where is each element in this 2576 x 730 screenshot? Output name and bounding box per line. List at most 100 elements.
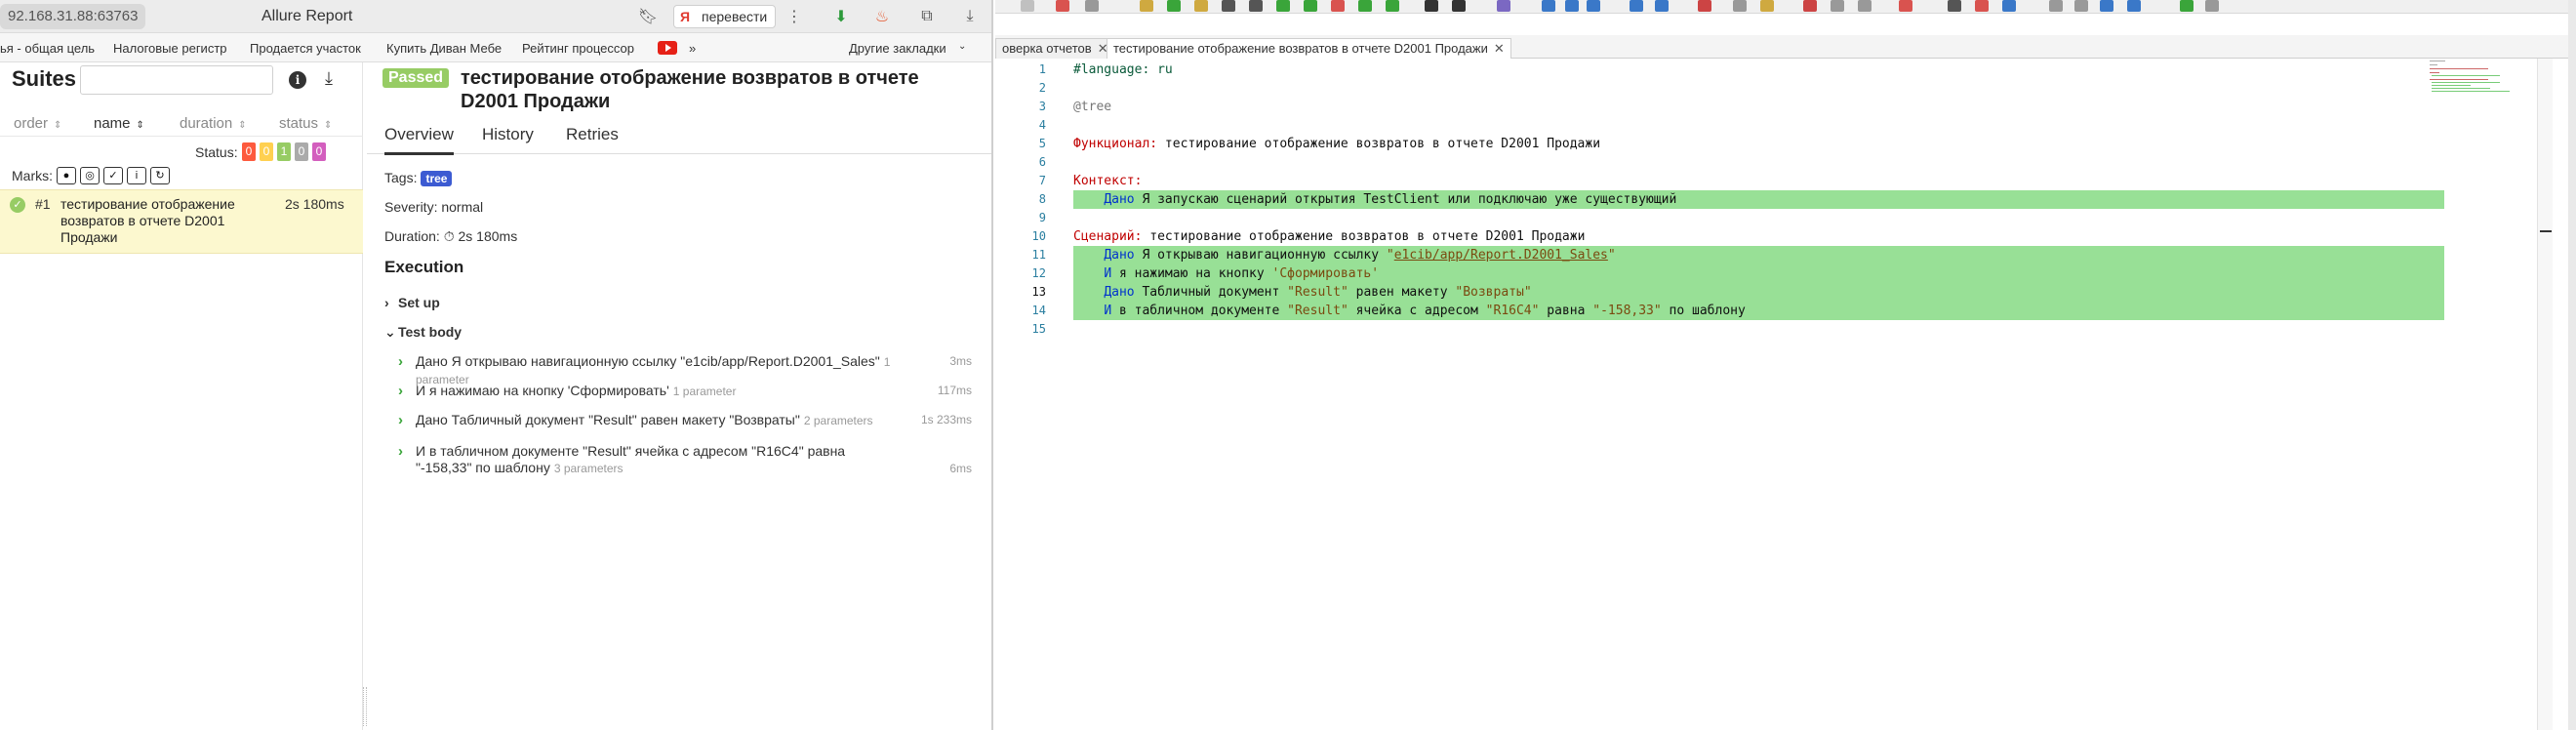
toolbar-icon[interactable] (2100, 0, 2113, 12)
toolbar-icon[interactable] (1021, 0, 1034, 12)
code-link[interactable]: e1cib/app/Report.D2001_Sales (1394, 248, 1608, 263)
tab-overview[interactable]: Overview (384, 125, 454, 155)
test-body-section[interactable]: ⌄ Test body (384, 324, 462, 341)
toolbar-icon[interactable] (1587, 0, 1600, 12)
run-next-icon[interactable] (1358, 0, 1372, 12)
step-text: Дано Табличный документ "Result" равен м… (416, 412, 800, 427)
toolbar-icon[interactable] (1056, 0, 1069, 12)
toolbar-icon[interactable] (1831, 0, 1844, 12)
toolbar-icon[interactable] (2127, 0, 2141, 12)
bookmark-icon[interactable]: 🔖︎ (638, 7, 658, 26)
sort-icon: ⇕ (136, 120, 144, 131)
stop-icon[interactable] (1331, 0, 1345, 12)
download-icon[interactable]: ⤓ (318, 68, 340, 90)
extension-download-icon[interactable]: ⬇ (831, 7, 851, 26)
code-line-step: Дано Я открываю навигационную ссылку "e1… (1073, 246, 2444, 264)
mark-new-failed-icon[interactable]: ◎ (80, 167, 100, 184)
toolbar-icon[interactable] (1542, 0, 1555, 12)
search-icon[interactable] (1733, 0, 1747, 12)
toolbar-icon[interactable] (1565, 0, 1579, 12)
status-failed-count[interactable]: 0 (242, 142, 256, 161)
toolbar-icon[interactable] (2205, 0, 2219, 12)
toolbar-icon[interactable] (2002, 0, 2016, 12)
code-area[interactable]: #language: ru @tree Функционал: тестиров… (1073, 59, 2444, 449)
sort-duration[interactable]: duration ⇕ (180, 115, 247, 132)
zoom-in-icon[interactable] (2049, 0, 2063, 12)
tab-retries[interactable]: Retries (566, 125, 619, 152)
testcase-pane: Passed тестирование отображение возврато… (367, 62, 991, 730)
code-string: "R16C4" (1485, 304, 1540, 318)
toolbar-icon[interactable] (1452, 0, 1466, 12)
youtube-icon[interactable] (658, 41, 677, 55)
downloads-icon[interactable]: ⤓ (960, 7, 980, 26)
editor-tab[interactable]: оверка отчетов ✕ (995, 38, 1115, 59)
mark-new-broken-icon[interactable]: i (127, 167, 146, 184)
run-icon[interactable] (1304, 0, 1317, 12)
sort-order[interactable]: order ⇕ (14, 115, 61, 132)
folder-icon[interactable] (1194, 0, 1208, 12)
sort-name[interactable]: name ⇕ (94, 115, 144, 132)
setup-section[interactable]: › Set up (384, 295, 440, 310)
toolbar-icon[interactable] (1803, 0, 1817, 12)
browser-titlebar: 92.168.31.88:63763 Allure Report 🔖︎ Я пе… (0, 0, 991, 33)
status-broken-count[interactable]: 0 (260, 142, 273, 161)
bookmark-item[interactable]: Рейтинг процессор (522, 41, 634, 56)
toolbar-icon[interactable] (1948, 0, 1961, 12)
mark-flaky-icon[interactable]: ● (57, 167, 76, 184)
toolbar-icon[interactable] (2180, 0, 2194, 12)
close-icon[interactable]: ✕ (1494, 41, 1505, 56)
status-unknown-count[interactable]: 0 (312, 142, 326, 161)
toolbar-icon[interactable] (1140, 0, 1153, 12)
record-icon[interactable] (1975, 0, 1989, 12)
code-string: " (1386, 248, 1394, 263)
more-menu-icon[interactable]: ⋮ (785, 7, 804, 26)
bookmark-item[interactable]: Налоговые регистр (113, 41, 227, 56)
bookmark-item[interactable]: ья - общая цель (0, 41, 95, 56)
zoom-out-icon[interactable] (2074, 0, 2088, 12)
toolbar-icon[interactable] (1858, 0, 1872, 12)
arrow-right-icon[interactable] (1655, 0, 1669, 12)
other-bookmarks-button[interactable]: Другие закладки (849, 41, 946, 56)
toolbar-icon[interactable] (1698, 0, 1711, 12)
suites-search-input[interactable] (80, 65, 273, 95)
arrow-left-icon[interactable] (1630, 0, 1643, 12)
mark-retries-icon[interactable]: ↻ (150, 167, 170, 184)
scroll-marker (2540, 230, 2552, 232)
heart-icon[interactable] (1899, 0, 1912, 12)
code-string: "-158,33" (1592, 304, 1662, 318)
settings-icon[interactable] (1085, 0, 1099, 12)
refresh-icon[interactable] (1276, 0, 1290, 12)
sort-status[interactable]: status ⇕ (279, 115, 332, 132)
address-bar[interactable]: 92.168.31.88:63763 (0, 4, 146, 29)
more-bookmarks-button[interactable]: » (689, 41, 696, 56)
chevron-down-icon[interactable]: ⌄ (958, 41, 966, 52)
toolbar-icon[interactable] (1167, 0, 1181, 12)
column-label: name (94, 115, 131, 132)
bookmark-item[interactable]: Купить Диван Мебе (386, 41, 502, 56)
status-skipped-count[interactable]: 0 (295, 142, 308, 161)
sort-header: order ⇕ name ⇕ duration ⇕ status ⇕ (0, 111, 363, 137)
translate-label: перевести (702, 9, 768, 24)
test-row[interactable]: ✓ #1 тестирование отображение возвратов … (0, 189, 363, 254)
toolbar-icon[interactable] (1386, 0, 1399, 12)
mark-new-passed-icon[interactable]: ✓ (103, 167, 123, 184)
toolbar-icon[interactable] (1760, 0, 1774, 12)
toolbar-icon[interactable] (1425, 0, 1438, 12)
info-icon[interactable]: i (289, 71, 306, 89)
vertical-scrollbar[interactable] (2537, 59, 2553, 730)
save-icon[interactable] (1222, 0, 1235, 12)
status-passed-count[interactable]: 1 (277, 142, 291, 161)
minimap-line (2430, 68, 2488, 69)
code-text: Табличный документ (1134, 285, 1288, 300)
toolbar-icon[interactable] (1497, 0, 1510, 12)
code-text: ячейка с адресом (1348, 304, 1486, 318)
bookmark-item[interactable]: Продается участок (250, 41, 361, 56)
minimap[interactable] (2430, 59, 2527, 98)
editor-tab-active[interactable]: тестирование отображение возвратов в отч… (1107, 38, 1511, 59)
tags-line: Tags: tree (384, 170, 453, 186)
tab-history[interactable]: History (482, 125, 534, 152)
translate-button[interactable]: Я перевести (673, 5, 777, 28)
extension-puzzle-icon[interactable]: ⧉ (917, 7, 937, 26)
extension-fire-icon[interactable]: ♨ (872, 7, 892, 26)
toolbar-icon[interactable] (1249, 0, 1263, 12)
